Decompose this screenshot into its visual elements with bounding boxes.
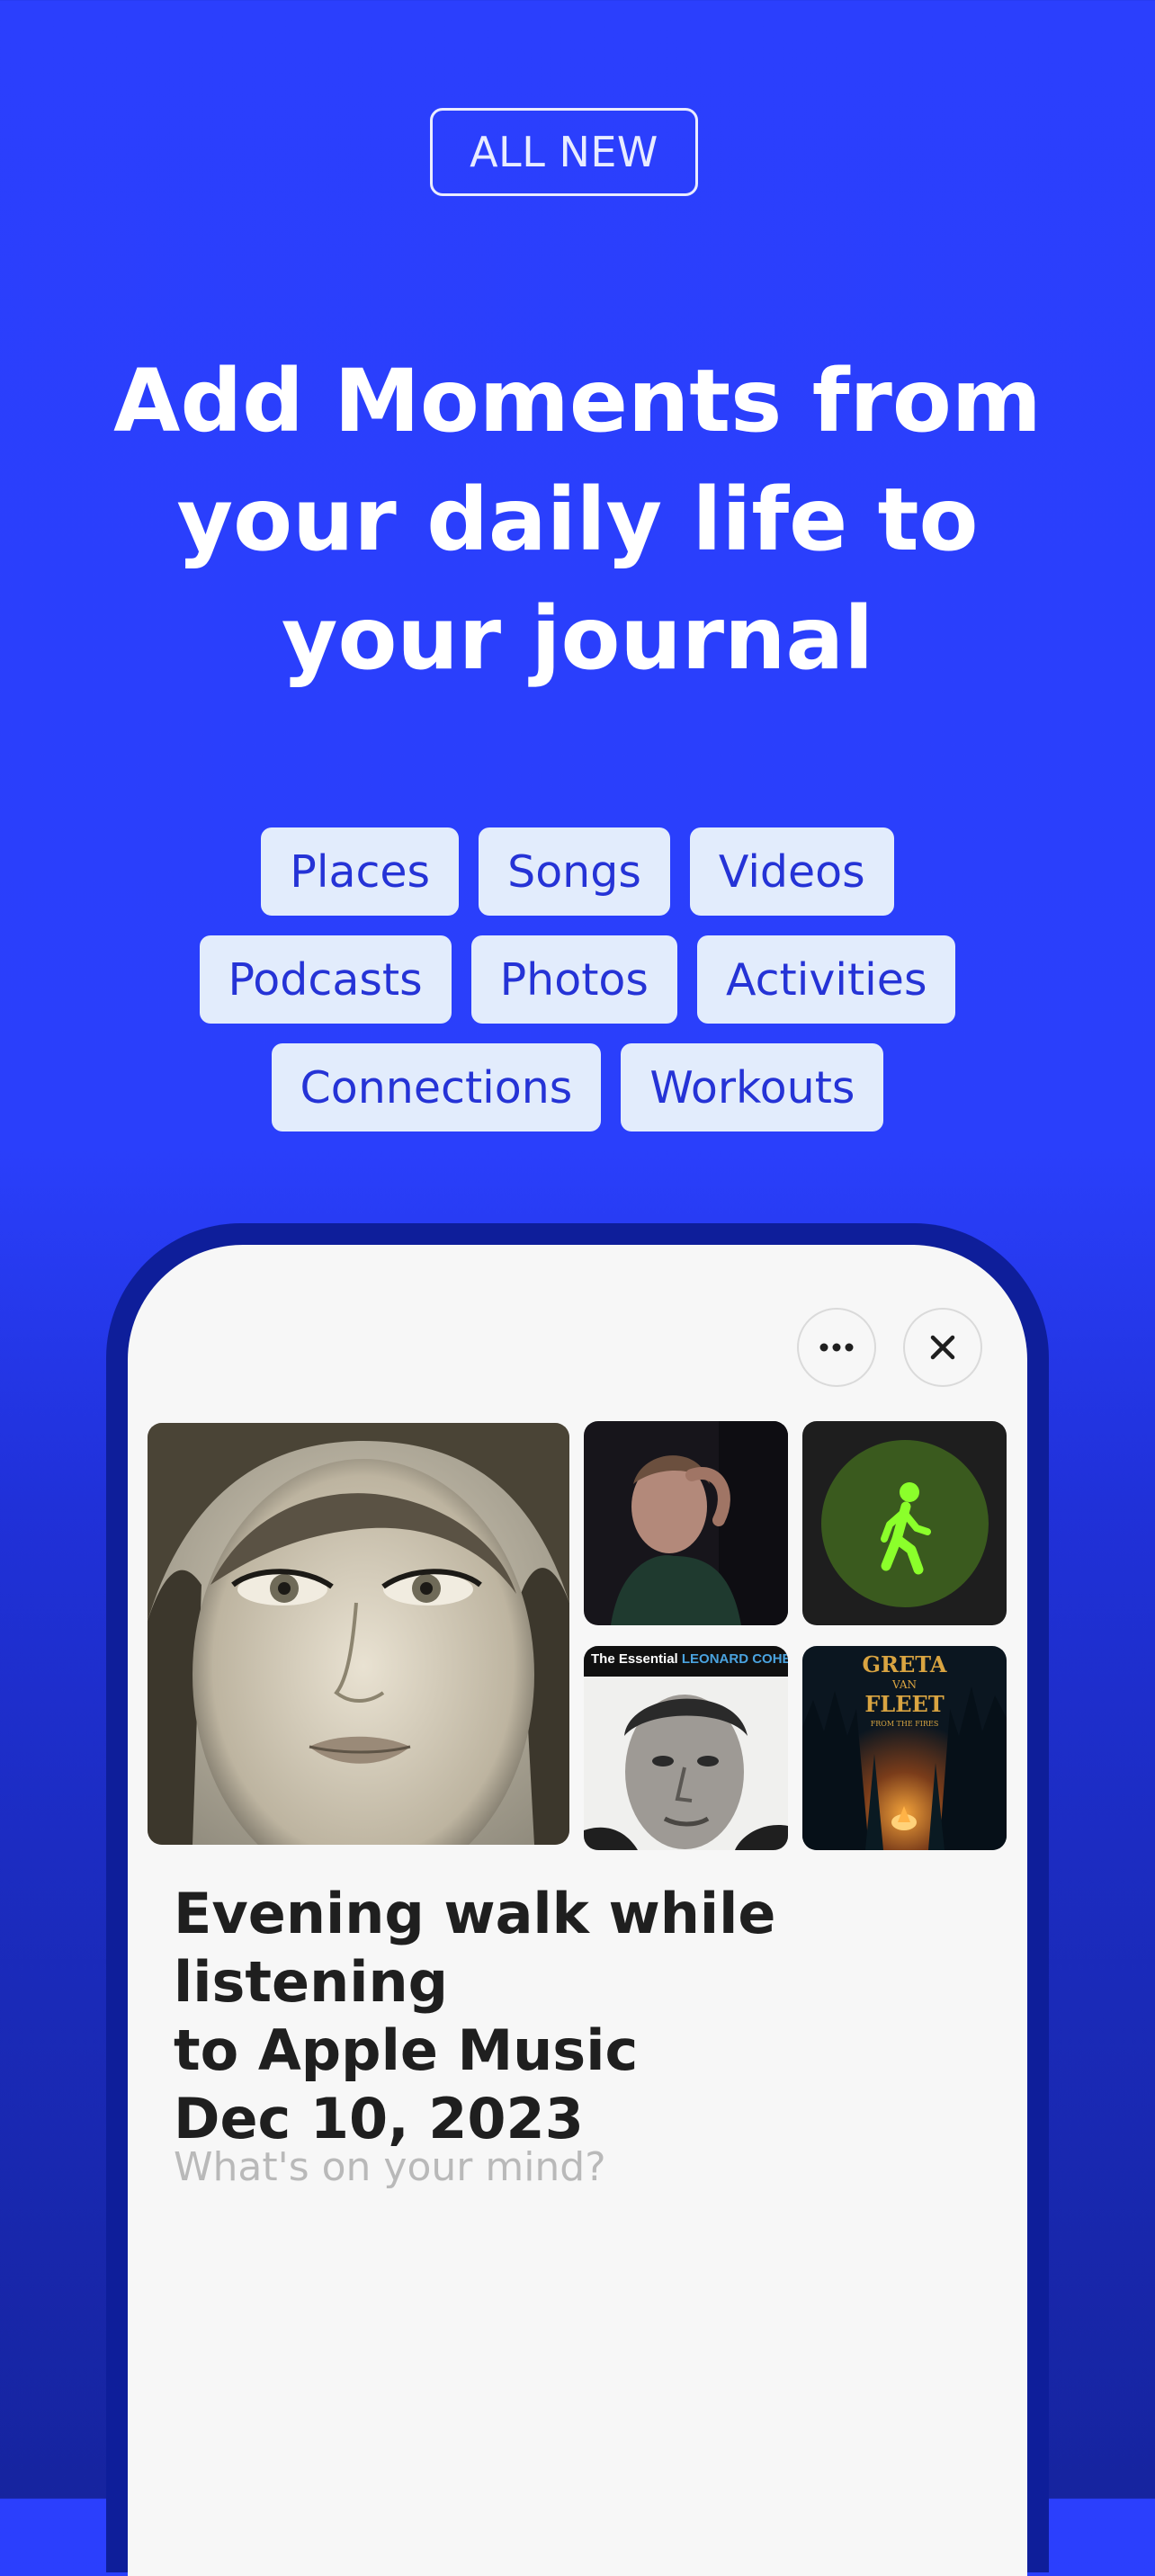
moment-type-row-3: Connections Workouts	[0, 1043, 1155, 1131]
album-cover-small-1[interactable]	[584, 1421, 788, 1625]
leonard-cohen-artwork	[584, 1646, 788, 1850]
more-options-button[interactable]	[797, 1308, 876, 1387]
album-cover-small-4[interactable]: GRETA VAN FLEET FROM THE FIRES	[802, 1646, 1007, 1850]
chip-videos[interactable]: Videos	[689, 827, 894, 916]
walking-person-icon	[881, 1482, 931, 1575]
chip-activities[interactable]: Activities	[696, 935, 956, 1024]
cohen-cover-title: The Essential LEONARD COHEN	[591, 1651, 788, 1667]
chip-podcasts[interactable]: Podcasts	[199, 935, 452, 1024]
moment-type-row-1: Places Songs Videos	[0, 827, 1155, 916]
greta-cover-title: GRETA VAN FLEET FROM THE FIRES	[802, 1651, 1007, 1734]
cohen-cover-artist: LEONARD COHEN	[681, 1651, 788, 1667]
close-icon	[930, 1335, 955, 1360]
more-horizontal-icon	[819, 1343, 854, 1352]
album-cover-large[interactable]	[148, 1423, 569, 1845]
entry-title-line-1: Evening walk while listening	[174, 1881, 776, 2015]
entry-text-input[interactable]: What's on your mind?	[174, 2144, 606, 2190]
album-cover-small-2[interactable]: The Essential LEONARD COHEN	[584, 1646, 788, 1850]
moment-type-row-2: Podcasts Photos Activities	[0, 935, 1155, 1024]
entry-date: Dec 10, 2023	[174, 2086, 584, 2151]
headline: Add Moments from your daily life to your…	[72, 342, 1083, 698]
chip-workouts[interactable]: Workouts	[621, 1043, 884, 1131]
journal-entry-card: The Essential LEONARD COHEN	[128, 1245, 1027, 2576]
activity-tile[interactable]	[802, 1421, 1007, 1625]
chip-places[interactable]: Places	[261, 827, 460, 916]
headline-line-1: Add Moments from	[113, 351, 1042, 452]
entry-title-line-2: to Apple Music	[174, 2017, 639, 2083]
greta-word-3: FLEET	[864, 1691, 945, 1717]
greta-word-1: GRETA	[862, 1651, 947, 1677]
man-portrait-artwork	[584, 1421, 788, 1625]
chip-songs[interactable]: Songs	[479, 827, 670, 916]
chip-photos[interactable]: Photos	[470, 935, 677, 1024]
headline-line-2: your daily life to	[176, 470, 979, 570]
portrait-artwork	[148, 1423, 569, 1845]
all-new-badge: ALL NEW	[430, 108, 698, 196]
cohen-cover-text: The Essential	[591, 1651, 678, 1667]
activity-badge	[821, 1440, 989, 1607]
phone-frame: The Essential LEONARD COHEN	[106, 1223, 1049, 2576]
headline-line-3: your journal	[281, 588, 874, 689]
entry-title: Evening walk while listening to Apple Mu…	[174, 1880, 1001, 2153]
greta-subtitle: FROM THE FIRES	[870, 1720, 939, 1728]
close-button[interactable]	[903, 1308, 982, 1387]
chip-connections[interactable]: Connections	[271, 1043, 602, 1131]
